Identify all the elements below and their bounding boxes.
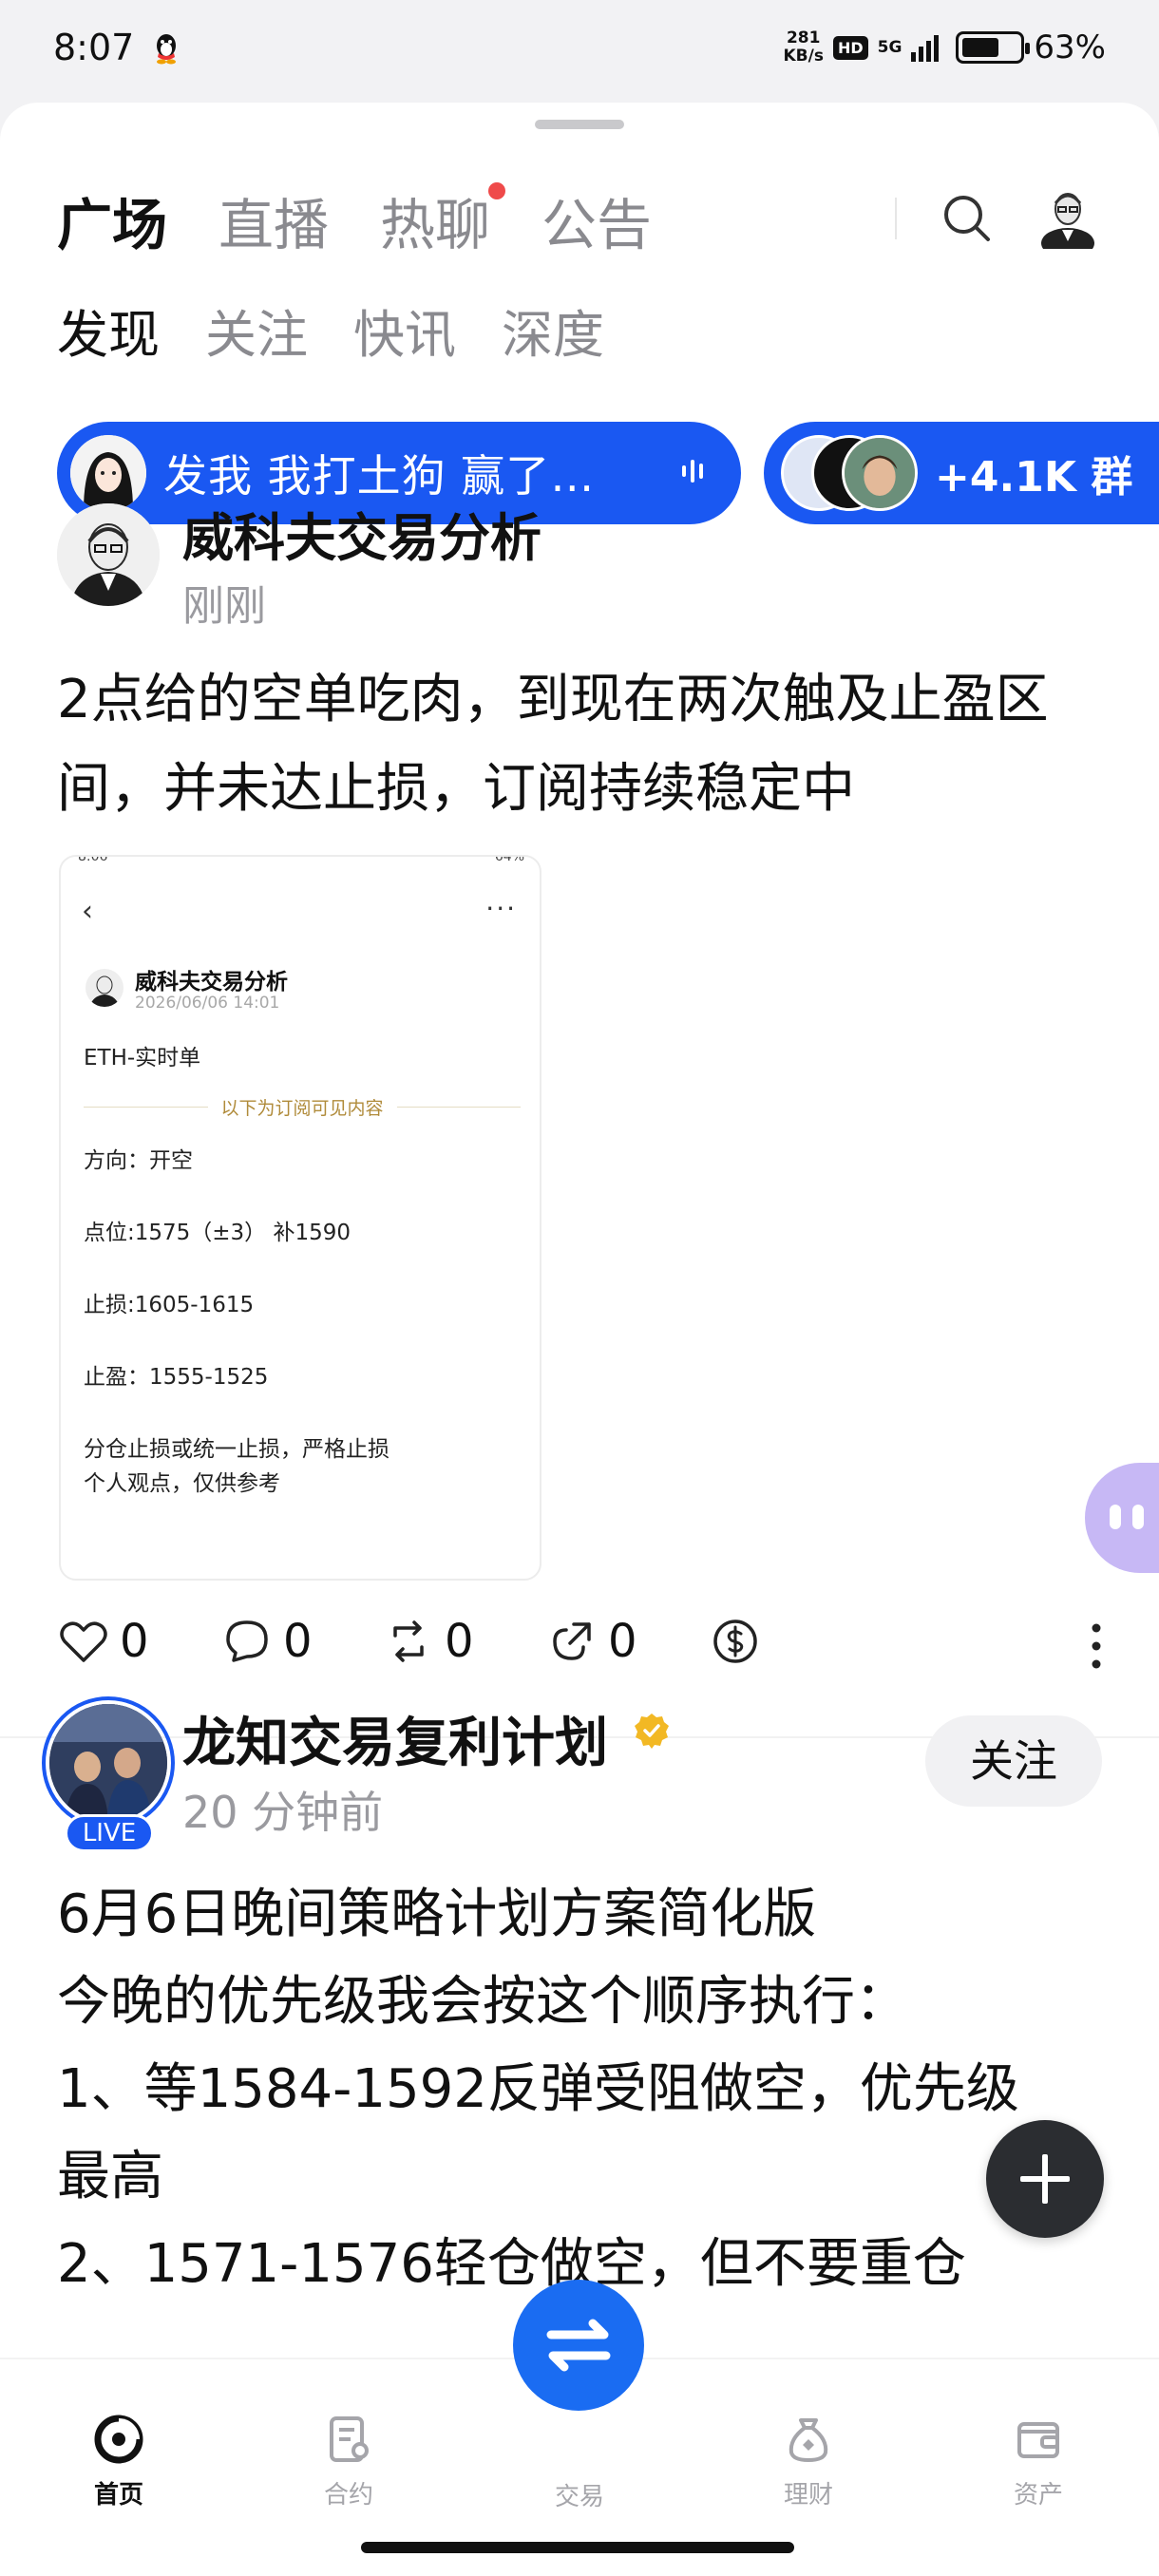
nav-assets[interactable]: 资产	[967, 2413, 1110, 2510]
image-more-icon: ···	[485, 893, 517, 924]
search-icon[interactable]	[939, 190, 996, 247]
drag-handle[interactable]	[535, 120, 624, 129]
assistant-bubble[interactable]	[1085, 1463, 1159, 1573]
image-note: 分仓止损或统一止损，严格止损	[84, 1437, 390, 1462]
share-count: 0	[608, 1615, 637, 1668]
tab-in-depth[interactable]: 深度	[502, 293, 604, 368]
live-author-avatar[interactable]	[42, 1696, 175, 1829]
image-date: 2026/06/06 14:01	[135, 994, 280, 1013]
signal-icon	[911, 33, 940, 62]
repost-button[interactable]: 0	[382, 1615, 474, 1668]
image-title: ETH-实时单	[84, 1046, 201, 1070]
post-time: 20 分钟前	[182, 1787, 384, 1838]
like-button[interactable]: 0	[57, 1615, 149, 1668]
image-note: 个人观点，仅供参考	[84, 1471, 280, 1496]
post-line: 今晚的优先级我会按这个顺序执行：	[57, 1971, 908, 2033]
home-icon	[94, 2415, 143, 2464]
create-post-button[interactable]	[986, 2120, 1104, 2238]
nav-trade-label: 交易	[554, 2483, 604, 2511]
image-status-bar: 8:06 64%	[78, 855, 524, 864]
dollar-coin-icon	[713, 1619, 757, 1663]
hd-badge: HD	[832, 35, 868, 60]
tab-square[interactable]: 广场	[57, 180, 167, 260]
status-bar: 8:07 281 KB/s HD 5G 63%	[0, 0, 1159, 103]
more-options-icon[interactable]	[1091, 1622, 1102, 1670]
live-badge: LIVE	[65, 1814, 154, 1852]
wallet-icon	[1017, 2422, 1059, 2458]
post-time: 刚刚	[182, 582, 266, 631]
image-stop-loss: 止损:1605-1615	[84, 1293, 255, 1317]
qq-penguin-icon	[157, 34, 176, 65]
post-body: 2点给的空单吃肉，到现在两次触及止盈区间，并未达止损，订阅持续稳定中	[57, 669, 1049, 820]
tab-news-flash[interactable]: 快讯	[353, 293, 456, 368]
swap-arrows-icon	[546, 2319, 611, 2372]
image-author-name: 威科夫交易分析	[135, 970, 288, 994]
like-count: 0	[120, 1615, 149, 1668]
repost-count: 0	[445, 1615, 474, 1668]
nav-home[interactable]: 首页	[48, 2413, 190, 2510]
post-line: 6月6日晚间策略计划方案简化版	[57, 1884, 817, 1945]
sub-tabs: 发现 关注 快讯 深度	[57, 293, 604, 368]
post-line: 1、等1584-1592反弹受阻做空，优先级	[57, 2058, 1019, 2120]
network-speed: 281 KB/s	[783, 28, 824, 66]
author-name[interactable]: 龙知交易复利计划	[182, 1700, 608, 1777]
post-body: 6月6日晚间策略计划方案简化版 今晚的优先级我会按这个顺序执行： 1、等1584…	[57, 1871, 1102, 2308]
post-actions: 0 0 0 0	[57, 1615, 1102, 1681]
feed-sheet: 广场 直播 热聊 公告 发现 关注 快讯 深度 发我 我打土狗 赢了… +4.1…	[0, 103, 1159, 2576]
battery-icon	[956, 31, 1031, 64]
heart-icon	[60, 1621, 107, 1662]
post-image[interactable]: 8:06 64% ‹ ··· 威科夫交易分析 2026/06/06 14:01 …	[59, 855, 542, 1581]
status-icons: 281 KB/s HD 5G 63%	[783, 28, 1106, 66]
network-type: 5G	[877, 38, 902, 57]
tab-announcement[interactable]: 公告	[542, 180, 652, 260]
post-line: 最高	[57, 2146, 163, 2207]
image-take-profit: 止盈：1555-1525	[84, 1365, 269, 1390]
image-direction: 方向：开空	[84, 1148, 193, 1173]
comment-icon	[226, 1620, 268, 1662]
share-icon	[553, 1622, 591, 1660]
audio-wave-icon	[682, 460, 703, 483]
top-tabs: 广场 直播 热聊 公告	[57, 180, 652, 260]
tab-following[interactable]: 关注	[205, 293, 308, 368]
repost-icon	[393, 1620, 424, 1662]
image-divider: 以下为订阅可见内容	[84, 1094, 522, 1120]
divider	[895, 198, 897, 239]
notification-dot	[488, 182, 506, 199]
image-entry: 点位:1575（±3） 补1590	[84, 1221, 352, 1245]
author-avatar[interactable]	[57, 503, 160, 606]
money-bag-icon	[788, 2418, 828, 2462]
image-author-avatar	[86, 969, 124, 1007]
tab-discover[interactable]: 发现	[57, 293, 160, 368]
tip-button[interactable]	[709, 1615, 762, 1668]
profile-avatar[interactable]	[1037, 184, 1098, 249]
battery-percent: 63%	[1034, 28, 1106, 66]
comment-count: 0	[283, 1615, 313, 1668]
contract-icon	[330, 2416, 369, 2462]
tab-hot-chat[interactable]: 热聊	[380, 180, 506, 260]
home-indicator[interactable]	[361, 2542, 794, 2553]
nav-finance[interactable]: 理财	[737, 2413, 880, 2510]
trade-button[interactable]	[513, 2280, 644, 2411]
group-member-count: +4.1K 群	[935, 453, 1133, 502]
member-avatar	[842, 435, 918, 511]
image-back-icon: ‹	[82, 895, 93, 928]
group-chat-pill[interactable]: +4.1K 群	[764, 422, 1159, 524]
host-avatar	[70, 435, 146, 511]
tab-live[interactable]: 直播	[218, 180, 329, 260]
share-button[interactable]: 0	[545, 1615, 637, 1668]
comment-button[interactable]: 0	[220, 1615, 313, 1668]
follow-button[interactable]: 关注	[925, 1715, 1102, 1807]
verified-badge-icon	[635, 1714, 669, 1749]
clock: 8:07	[53, 27, 135, 68]
nav-contracts[interactable]: 合约	[277, 2413, 420, 2510]
author-name[interactable]: 威科夫交易分析	[182, 496, 542, 571]
